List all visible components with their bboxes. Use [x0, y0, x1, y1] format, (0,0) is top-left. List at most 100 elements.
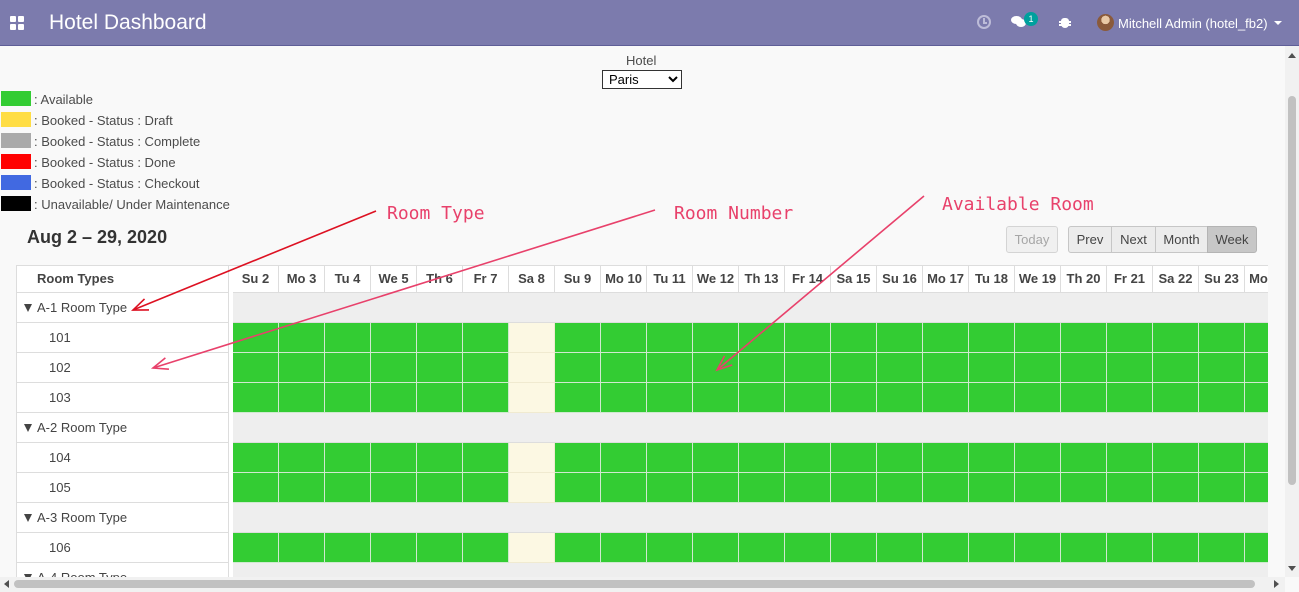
available-cell[interactable]: [647, 533, 693, 563]
room-type-row[interactable]: A-4 Room Type: [17, 563, 228, 578]
available-cell[interactable]: [601, 443, 647, 473]
available-cell[interactable]: [1061, 383, 1107, 413]
available-cell[interactable]: [831, 443, 877, 473]
available-cell[interactable]: [1199, 533, 1245, 563]
room-type-row[interactable]: A-1 Room Type: [17, 293, 228, 323]
collapse-triangle-icon[interactable]: [24, 514, 32, 522]
horizontal-scrollbar[interactable]: [0, 577, 1285, 592]
available-cell[interactable]: [555, 383, 601, 413]
available-cell[interactable]: [1061, 473, 1107, 503]
available-cell[interactable]: [877, 533, 923, 563]
today-cell[interactable]: [509, 533, 555, 563]
available-cell[interactable]: [1107, 533, 1153, 563]
today-cell[interactable]: [509, 383, 555, 413]
available-cell[interactable]: [1107, 473, 1153, 503]
available-cell[interactable]: [279, 443, 325, 473]
debug-bug-icon[interactable]: [1059, 16, 1071, 28]
available-cell[interactable]: [693, 323, 739, 353]
available-cell[interactable]: [647, 383, 693, 413]
user-menu-name[interactable]: Mitchell Admin (hotel_fb2): [1118, 16, 1268, 31]
avatar[interactable]: [1097, 14, 1114, 31]
available-cell[interactable]: [739, 383, 785, 413]
available-cell[interactable]: [371, 443, 417, 473]
room-type-row[interactable]: A-3 Room Type: [17, 503, 228, 533]
available-cell[interactable]: [785, 473, 831, 503]
horizontal-scroll-thumb[interactable]: [14, 580, 1255, 588]
today-button[interactable]: Today: [1006, 226, 1058, 253]
available-cell[interactable]: [325, 323, 371, 353]
next-button[interactable]: Next: [1111, 226, 1156, 253]
available-cell[interactable]: [969, 323, 1015, 353]
available-cell[interactable]: [555, 473, 601, 503]
available-cell[interactable]: [555, 323, 601, 353]
available-cell[interactable]: [877, 443, 923, 473]
available-cell[interactable]: [739, 323, 785, 353]
today-cell[interactable]: [509, 353, 555, 383]
apps-menu-icon[interactable]: [10, 16, 24, 30]
available-cell[interactable]: [969, 473, 1015, 503]
available-cell[interactable]: [233, 443, 279, 473]
available-cell[interactable]: [831, 353, 877, 383]
month-view-button[interactable]: Month: [1155, 226, 1208, 253]
available-cell[interactable]: [1245, 443, 1268, 473]
available-cell[interactable]: [1107, 353, 1153, 383]
available-cell[interactable]: [417, 473, 463, 503]
available-cell[interactable]: [877, 383, 923, 413]
available-cell[interactable]: [417, 533, 463, 563]
available-cell[interactable]: [1015, 533, 1061, 563]
available-cell[interactable]: [463, 473, 509, 503]
available-cell[interactable]: [417, 443, 463, 473]
available-cell[interactable]: [1107, 443, 1153, 473]
available-cell[interactable]: [1245, 353, 1268, 383]
available-cell[interactable]: [1199, 383, 1245, 413]
room-type-row[interactable]: A-2 Room Type: [17, 413, 228, 443]
available-cell[interactable]: [601, 473, 647, 503]
available-cell[interactable]: [969, 443, 1015, 473]
available-cell[interactable]: [417, 383, 463, 413]
available-cell[interactable]: [279, 473, 325, 503]
available-cell[interactable]: [647, 443, 693, 473]
available-cell[interactable]: [1245, 383, 1268, 413]
available-cell[interactable]: [831, 383, 877, 413]
scroll-right-icon[interactable]: [1274, 580, 1279, 588]
activity-clock-icon[interactable]: [977, 15, 991, 29]
available-cell[interactable]: [693, 383, 739, 413]
available-cell[interactable]: [371, 353, 417, 383]
week-view-button[interactable]: Week: [1207, 226, 1257, 253]
available-cell[interactable]: [923, 353, 969, 383]
available-cell[interactable]: [923, 473, 969, 503]
available-cell[interactable]: [371, 383, 417, 413]
available-cell[interactable]: [785, 383, 831, 413]
available-cell[interactable]: [279, 533, 325, 563]
available-cell[interactable]: [325, 353, 371, 383]
available-cell[interactable]: [1245, 533, 1268, 563]
available-cell[interactable]: [923, 533, 969, 563]
available-cell[interactable]: [785, 443, 831, 473]
available-cell[interactable]: [1245, 323, 1268, 353]
available-cell[interactable]: [1153, 473, 1199, 503]
available-cell[interactable]: [1153, 383, 1199, 413]
available-cell[interactable]: [693, 443, 739, 473]
available-cell[interactable]: [279, 323, 325, 353]
available-cell[interactable]: [1107, 323, 1153, 353]
available-cell[interactable]: [1015, 323, 1061, 353]
available-cell[interactable]: [233, 533, 279, 563]
scroll-up-icon[interactable]: [1288, 53, 1296, 58]
available-cell[interactable]: [463, 443, 509, 473]
available-cell[interactable]: [831, 323, 877, 353]
available-cell[interactable]: [601, 353, 647, 383]
available-cell[interactable]: [1153, 353, 1199, 383]
available-cell[interactable]: [463, 353, 509, 383]
available-cell[interactable]: [1153, 443, 1199, 473]
available-cell[interactable]: [601, 323, 647, 353]
available-cell[interactable]: [1199, 473, 1245, 503]
available-cell[interactable]: [371, 533, 417, 563]
available-cell[interactable]: [877, 353, 923, 383]
available-cell[interactable]: [1153, 533, 1199, 563]
available-cell[interactable]: [923, 443, 969, 473]
scroll-left-icon[interactable]: [4, 580, 9, 588]
available-cell[interactable]: [1245, 473, 1268, 503]
collapse-triangle-icon[interactable]: [24, 424, 32, 432]
available-cell[interactable]: [923, 383, 969, 413]
available-cell[interactable]: [1061, 323, 1107, 353]
